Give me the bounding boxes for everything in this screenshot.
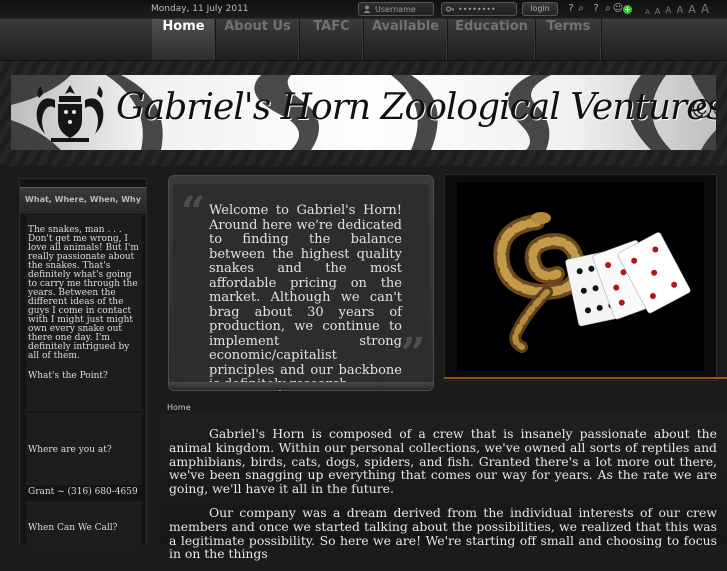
nav-item-about-us[interactable]: About Us bbox=[216, 19, 300, 60]
font-size-option[interactable]: A bbox=[645, 8, 650, 16]
welcome-inner: “ Welcome to Gabriel's Horn! Around here… bbox=[173, 184, 429, 392]
nav-item-home[interactable]: Home bbox=[152, 19, 216, 60]
main-navigation: Home About Us TAFC Available Education T… bbox=[0, 19, 727, 61]
current-date: Monday, 11 July 2011 bbox=[151, 4, 249, 14]
main-article: Gabriel's Horn is composed of a crew tha… bbox=[169, 427, 717, 571]
nav-item-education[interactable]: Education bbox=[448, 19, 536, 60]
photo-accent-bar bbox=[444, 377, 727, 379]
article-paragraph: Gabriel's Horn is composed of a crew tha… bbox=[169, 426, 717, 497]
open-quote-icon: “ bbox=[181, 187, 206, 236]
font-size-option[interactable]: A bbox=[701, 2, 709, 16]
sidebar-when-label: When Can We Call? bbox=[28, 523, 118, 533]
login-button[interactable]: login bbox=[522, 2, 558, 16]
welcome-box: “ Welcome to Gabriel's Horn! Around here… bbox=[168, 175, 434, 392]
add-icon[interactable]: + bbox=[623, 5, 632, 14]
font-size-controls: A A A A A A bbox=[645, 2, 727, 16]
font-size-option[interactable]: A bbox=[665, 6, 671, 16]
crest-logo bbox=[36, 85, 104, 142]
password-input[interactable] bbox=[458, 3, 512, 15]
featured-photo-frame bbox=[444, 174, 717, 381]
sidebar-where-label: Where are you at? bbox=[28, 445, 112, 455]
sidebar: What, Where, When, Why The snakes, man .… bbox=[19, 178, 147, 546]
article-paragraph: Our company was a dream derived from the… bbox=[169, 504, 717, 562]
breadcrumb[interactable]: Home bbox=[167, 403, 191, 412]
welcome-text: Welcome to Gabriel's Horn! Around here w… bbox=[209, 203, 402, 391]
banner-title: Gabriel's Horn Zoological Ventures bbox=[116, 87, 716, 128]
sidebar-about-text: The snakes, man . . . Don't get me wrong… bbox=[28, 225, 139, 361]
username-input[interactable] bbox=[375, 3, 429, 15]
font-size-option[interactable]: A bbox=[676, 5, 683, 16]
snake-with-cards-photo bbox=[457, 182, 704, 371]
welcome-footer-bar bbox=[169, 382, 433, 390]
username-field[interactable] bbox=[358, 2, 434, 16]
copyright-symbol: © bbox=[689, 95, 715, 125]
nav-item-terms[interactable]: Terms bbox=[536, 19, 602, 60]
font-size-option[interactable]: A bbox=[688, 3, 696, 16]
top-utility-bar: Monday, 11 July 2011 login ? ⌕ ? ⌕ ☺ + A… bbox=[0, 0, 727, 19]
search-icon[interactable]: ⌕ bbox=[575, 3, 587, 15]
key-icon bbox=[446, 6, 454, 12]
close-quote-icon: ” bbox=[401, 329, 426, 378]
nav-item-available[interactable]: Available bbox=[364, 19, 448, 60]
nav-item-tafc[interactable]: TAFC bbox=[300, 19, 364, 60]
sidebar-heading: What, Where, When, Why bbox=[20, 187, 146, 214]
sidebar-point-label: What's the Point? bbox=[28, 371, 108, 381]
font-size-option[interactable]: A bbox=[655, 7, 660, 16]
sidebar-contact-line: Grant ~ (316) 680-4659 bbox=[28, 487, 138, 497]
password-field[interactable] bbox=[441, 2, 517, 16]
forgot-username-icon[interactable]: ? bbox=[590, 3, 602, 15]
user-icon bbox=[363, 5, 371, 13]
site-banner: Gabriel's Horn Zoological Ventures © bbox=[11, 75, 716, 150]
